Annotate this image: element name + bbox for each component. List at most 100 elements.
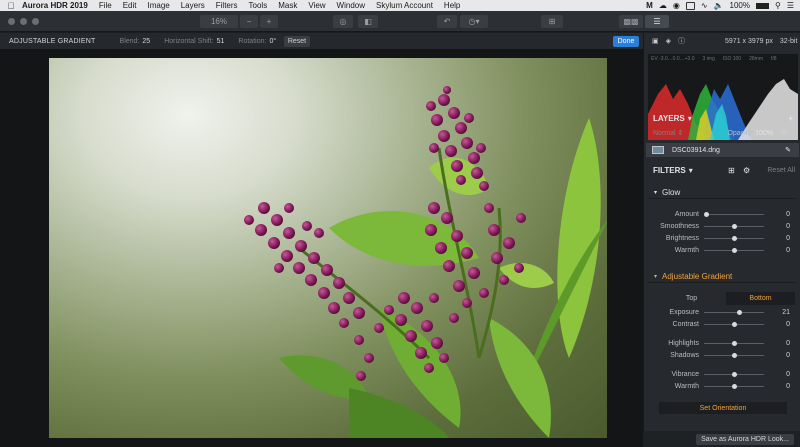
- slider-knob[interactable]: [731, 353, 737, 358]
- slider-value[interactable]: 21: [764, 309, 790, 316]
- add-layer-icon[interactable]: +: [788, 114, 793, 123]
- display-status-icon[interactable]: [685, 1, 695, 10]
- slider-track[interactable]: [704, 212, 764, 217]
- menu-window[interactable]: Window: [337, 1, 365, 10]
- slider-track[interactable]: [704, 341, 764, 346]
- spotlight-search-icon[interactable]: ⚲: [775, 1, 781, 10]
- tab-top[interactable]: Top: [657, 292, 726, 305]
- zoom-in-button[interactable]: +: [260, 15, 278, 28]
- cloud-status-icon[interactable]: ☁: [659, 1, 667, 10]
- horizontal-shift-value[interactable]: 51: [217, 38, 225, 45]
- slider-value[interactable]: 0: [764, 340, 790, 347]
- glow-filter-header[interactable]: ▾ Glow: [648, 186, 797, 199]
- slider-knob[interactable]: [737, 310, 742, 315]
- lilac-photo[interactable]: [49, 58, 607, 438]
- menu-help[interactable]: Help: [444, 1, 460, 10]
- presets-icon[interactable]: ▩▩: [619, 15, 643, 28]
- layer-item[interactable]: DSC03914.dng ✎: [646, 143, 799, 157]
- wifi-icon[interactable]: ∿: [701, 1, 708, 10]
- done-button[interactable]: Done: [613, 36, 639, 47]
- slider-knob[interactable]: [731, 248, 737, 253]
- menu-image[interactable]: Image: [148, 1, 170, 10]
- gradient-exposure-slider[interactable]: Exposure 21: [648, 307, 797, 318]
- layers-stack-icon[interactable]: ◈: [666, 37, 671, 45]
- slider-track[interactable]: [704, 384, 764, 389]
- reset-button[interactable]: Reset: [284, 36, 310, 47]
- filters-header[interactable]: FILTERS ▾ ⊞ ⚙ Reset All: [644, 163, 800, 177]
- slider-knob[interactable]: [731, 372, 737, 377]
- slider-value[interactable]: 0: [764, 383, 790, 390]
- gradient-shadows-slider[interactable]: Shadows 0: [648, 350, 797, 361]
- mail-status-icon[interactable]: M: [646, 1, 653, 10]
- layer-settings-gear-icon[interactable]: ⚙: [781, 129, 787, 137]
- info-icon[interactable]: ⓘ: [678, 36, 685, 46]
- slider-track[interactable]: [704, 310, 764, 315]
- slider-value[interactable]: 0: [764, 235, 790, 242]
- volume-icon[interactable]: 🔈: [714, 1, 724, 10]
- slider-value[interactable]: 0: [764, 352, 790, 359]
- brush-icon[interactable]: ✎: [785, 146, 791, 154]
- image-icon[interactable]: ▣: [652, 37, 659, 45]
- close-window-button[interactable]: [8, 18, 15, 25]
- zoom-window-button[interactable]: [32, 18, 39, 25]
- glow-smoothness-slider[interactable]: Smoothness 0: [648, 221, 797, 232]
- zoom-out-button[interactable]: −: [240, 15, 258, 28]
- slider-track[interactable]: [704, 236, 764, 241]
- menu-mask[interactable]: Mask: [278, 1, 297, 10]
- menu-skylum-account[interactable]: Skylum Account: [376, 1, 433, 10]
- menu-edit[interactable]: Edit: [123, 1, 137, 10]
- menu-extras-icon[interactable]: ☰: [787, 1, 794, 10]
- gradient-filter-header[interactable]: ▾ Adjustable Gradient: [648, 270, 797, 283]
- menu-tools[interactable]: Tools: [249, 1, 268, 10]
- set-orientation-button[interactable]: Set Orientation: [659, 402, 787, 414]
- blend-value[interactable]: 25: [142, 38, 150, 45]
- blend-mode-select[interactable]: Normal: [653, 130, 676, 137]
- menu-file[interactable]: File: [99, 1, 112, 10]
- circle-status-icon[interactable]: ◉: [673, 1, 680, 10]
- slider-track[interactable]: [704, 224, 764, 229]
- opacity-value[interactable]: 100%: [755, 130, 773, 137]
- image-canvas[interactable]: [0, 49, 643, 447]
- rotation-value[interactable]: 0°: [269, 38, 276, 45]
- slider-value[interactable]: 0: [764, 247, 790, 254]
- mask-icon[interactable]: ⊞: [728, 166, 735, 175]
- gradient-vibrance-slider[interactable]: Vibrance 0: [648, 369, 797, 380]
- compare-icon[interactable]: ◧: [358, 15, 378, 28]
- filter-settings-gear-icon[interactable]: ⚙: [743, 166, 750, 175]
- menu-filters[interactable]: Filters: [216, 1, 238, 10]
- adjustments-icon[interactable]: ☰: [645, 15, 669, 28]
- battery-icon[interactable]: [755, 2, 769, 9]
- save-look-button[interactable]: Save as Aurora HDR Look...: [696, 433, 794, 445]
- eye-icon[interactable]: ◎: [333, 15, 353, 28]
- apple-logo-icon[interactable]: : [0, 1, 22, 11]
- gradient-contrast-slider[interactable]: Contrast 0: [648, 319, 797, 330]
- slider-track[interactable]: [704, 372, 764, 377]
- tab-bottom[interactable]: Bottom: [726, 292, 795, 305]
- minimize-window-button[interactable]: [20, 18, 27, 25]
- menu-app-name[interactable]: Aurora HDR 2019: [22, 1, 88, 10]
- layers-header[interactable]: LAYERS ▾ +: [644, 111, 800, 125]
- glow-brightness-slider[interactable]: Brightness 0: [648, 233, 797, 244]
- slider-track[interactable]: [704, 322, 764, 327]
- slider-knob[interactable]: [731, 322, 737, 327]
- gradient-warmth-slider[interactable]: Warmth 0: [648, 381, 797, 392]
- slider-knob[interactable]: [704, 212, 709, 217]
- slider-knob[interactable]: [731, 236, 737, 241]
- slider-value[interactable]: 0: [764, 371, 790, 378]
- slider-track[interactable]: [704, 248, 764, 253]
- history-icon[interactable]: ◷▾: [460, 15, 488, 28]
- slider-value[interactable]: 0: [764, 321, 790, 328]
- reset-all-button[interactable]: Reset All: [767, 167, 795, 174]
- slider-knob[interactable]: [731, 384, 737, 389]
- zoom-level-select[interactable]: 16%: [200, 15, 238, 28]
- glow-amount-slider[interactable]: Amount 0: [648, 209, 797, 220]
- slider-value[interactable]: 0: [764, 211, 790, 218]
- undo-icon[interactable]: ↶: [437, 15, 457, 28]
- slider-knob[interactable]: [731, 341, 737, 346]
- slider-knob[interactable]: [731, 224, 737, 229]
- menu-layers[interactable]: Layers: [181, 1, 205, 10]
- battery-percent[interactable]: 100%: [730, 1, 750, 10]
- menu-view[interactable]: View: [308, 1, 325, 10]
- slider-track[interactable]: [704, 353, 764, 358]
- glow-warmth-slider[interactable]: Warmth 0: [648, 245, 797, 256]
